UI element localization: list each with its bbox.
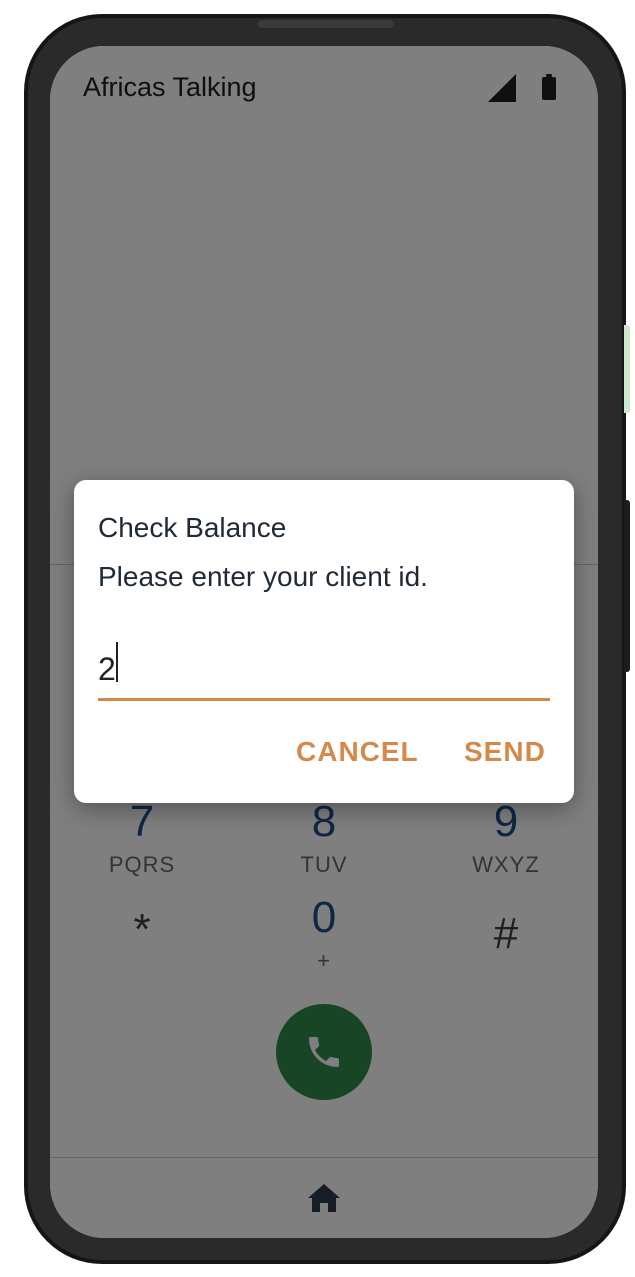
- send-button[interactable]: SEND: [464, 736, 546, 768]
- side-button-volume: [624, 500, 630, 672]
- check-balance-dialog: Check Balance Please enter your client i…: [74, 480, 574, 803]
- side-button-power: [624, 325, 630, 413]
- dialog-title: Check Balance: [98, 512, 287, 543]
- dialog-message: Please enter your client id.: [98, 561, 428, 592]
- cancel-button[interactable]: CANCEL: [296, 736, 419, 768]
- client-id-input[interactable]: [98, 640, 550, 701]
- screen: Africas Talking 7 PQRS 8 TUV 9 WXYZ * 0: [50, 46, 598, 1238]
- speaker-grille: [258, 20, 394, 28]
- text-cursor: [116, 642, 118, 682]
